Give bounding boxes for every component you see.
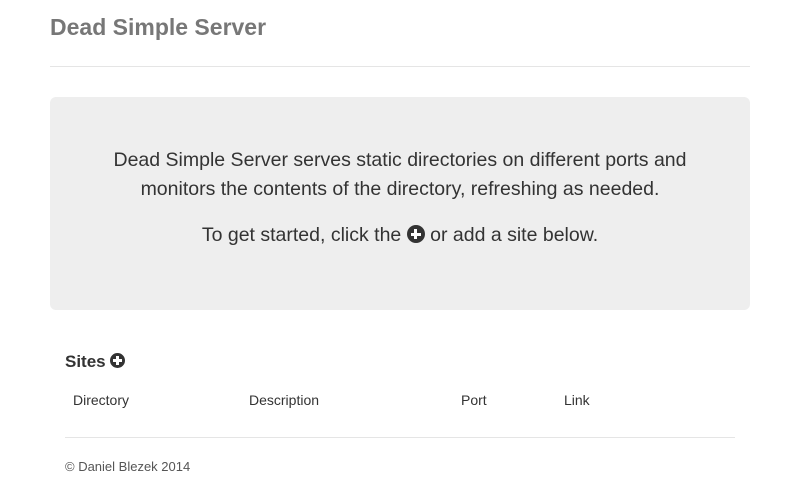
sites-heading: Sites <box>65 351 126 373</box>
page: Dead Simple Server Dead Simple Server se… <box>0 0 800 501</box>
add-site-icon[interactable] <box>406 225 425 243</box>
cta-before-text: To get started, click the <box>201 224 402 246</box>
column-header-port: Port <box>461 392 487 408</box>
app-title: Dead Simple Server <box>50 14 267 40</box>
intro-text: Dead Simple Server serves static directo… <box>113 149 687 200</box>
add-site-button-icon[interactable] <box>110 353 126 368</box>
column-header-directory: Directory <box>73 392 130 408</box>
column-header-link: Link <box>564 392 590 408</box>
header: Dead Simple Server <box>50 12 750 67</box>
copyright-text: © Daniel Blezek 2014 <box>65 459 191 474</box>
cta-after-text: or add a site below. <box>430 224 599 246</box>
sites-heading-label: Sites <box>65 352 106 371</box>
column-header-description: Description <box>249 392 320 408</box>
footer: © Daniel Blezek 2014 <box>65 437 735 476</box>
get-started-text: To get started, click the or add a site … <box>50 221 750 250</box>
intro-panel: Dead Simple Server serves static directo… <box>50 97 750 310</box>
sites-table: Directory Description Port Link <box>65 388 735 412</box>
table-header-row: Directory Description Port Link <box>65 388 735 412</box>
